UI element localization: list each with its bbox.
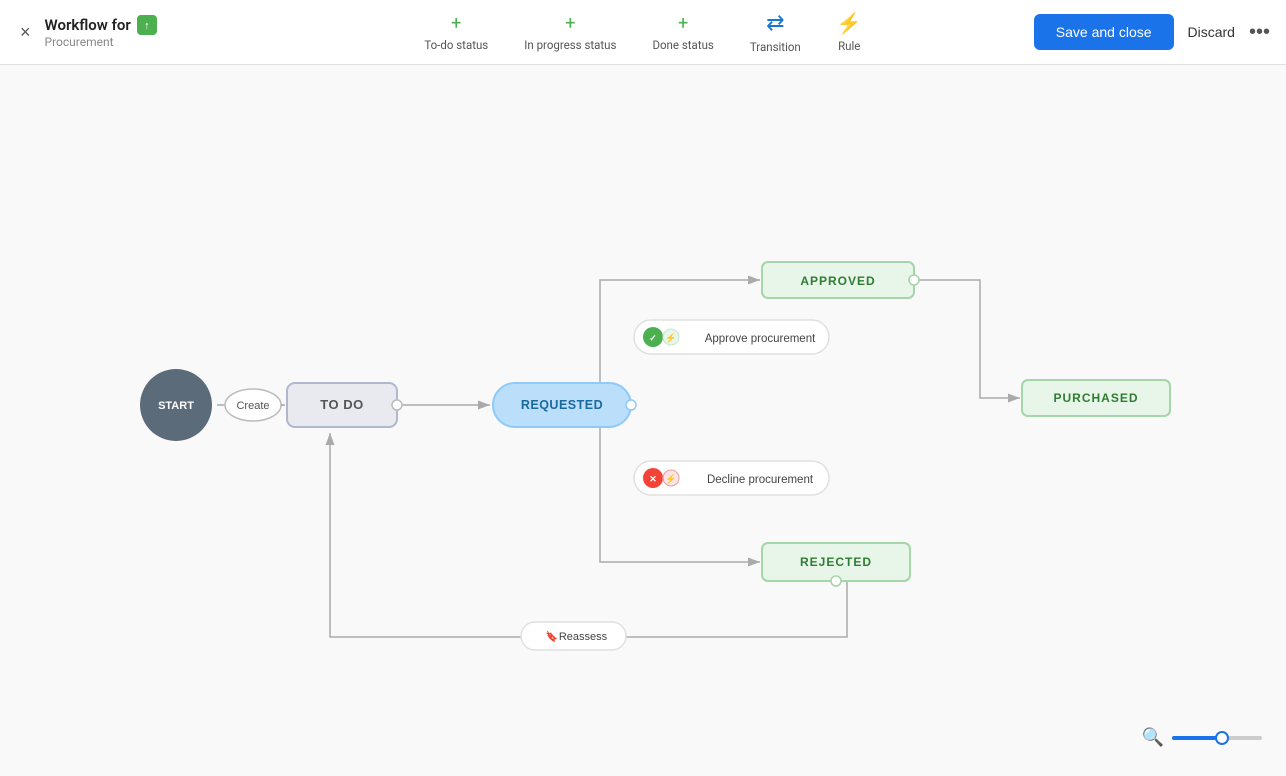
toolbar-transition-label: Transition bbox=[750, 40, 801, 54]
rejected-label: REJECTED bbox=[800, 555, 872, 569]
toolbar-rule[interactable]: ⚡ Rule bbox=[837, 11, 862, 53]
zoom-out-icon[interactable]: 🔍 bbox=[1142, 727, 1164, 748]
zoom-slider[interactable] bbox=[1172, 736, 1262, 740]
requested-label: REQUESTED bbox=[521, 398, 603, 412]
upload-icon: ↑ bbox=[137, 15, 157, 35]
header: × Workflow for ↑ Procurement + To-do sta… bbox=[0, 0, 1286, 65]
done-plus-icon: + bbox=[678, 13, 688, 34]
workflow-title-text: Workflow for bbox=[45, 16, 131, 34]
approve-transition-label: Approve procurement bbox=[705, 333, 816, 345]
create-label: Create bbox=[236, 400, 269, 412]
workflow-diagram: START Create TO DO REQUESTED ✓ ⚡ Approve… bbox=[0, 65, 1286, 776]
todo-plus-icon: + bbox=[451, 13, 461, 34]
zoom-controls: 🔍 bbox=[1142, 727, 1262, 748]
svg-text:⚡: ⚡ bbox=[665, 332, 676, 344]
purchased-label: PURCHASED bbox=[1053, 391, 1138, 405]
todo-label: TO DO bbox=[320, 397, 363, 412]
discard-button[interactable]: Discard bbox=[1184, 16, 1239, 48]
workflow-subtitle: Procurement bbox=[45, 35, 157, 49]
header-left: × Workflow for ↑ Procurement bbox=[16, 15, 236, 49]
transition-icon: ⇄ bbox=[766, 11, 784, 36]
toolbar-todo-status[interactable]: + To-do status bbox=[424, 13, 488, 52]
workflow-canvas[interactable]: START Create TO DO REQUESTED ✓ ⚡ Approve… bbox=[0, 65, 1286, 776]
toolbar-inprogress-label: In progress status bbox=[524, 38, 616, 52]
rule-lightning-icon: ⚡ bbox=[837, 11, 862, 35]
zoom-thumb[interactable] bbox=[1215, 731, 1229, 745]
approved-label: APPROVED bbox=[800, 274, 875, 288]
svg-text:✕: ✕ bbox=[649, 475, 657, 485]
toolbar: + To-do status + In progress status + Do… bbox=[424, 11, 861, 54]
start-label: START bbox=[158, 400, 194, 412]
toolbar-todo-label: To-do status bbox=[424, 38, 488, 52]
toolbar-rule-label: Rule bbox=[838, 39, 860, 53]
svg-text:🔖: 🔖 bbox=[546, 630, 558, 643]
decline-transition-label: Decline procurement bbox=[707, 474, 814, 486]
workflow-title: Workflow for ↑ bbox=[45, 15, 157, 35]
toolbar-done-label: Done status bbox=[652, 38, 713, 52]
close-button[interactable]: × bbox=[16, 19, 35, 45]
toolbar-inprogress-status[interactable]: + In progress status bbox=[524, 13, 616, 52]
toolbar-transition[interactable]: ⇄ Transition bbox=[750, 11, 801, 54]
inprogress-plus-icon: + bbox=[565, 13, 575, 34]
reassess-transition-label: Reassess bbox=[559, 631, 608, 643]
svg-text:✓: ✓ bbox=[649, 334, 657, 344]
save-close-button[interactable]: Save and close bbox=[1034, 14, 1174, 50]
more-options-button[interactable]: ••• bbox=[1249, 21, 1270, 44]
header-right: Save and close Discard ••• bbox=[1034, 14, 1270, 50]
workflow-info: Workflow for ↑ Procurement bbox=[45, 15, 157, 49]
svg-text:⚡: ⚡ bbox=[665, 473, 676, 485]
toolbar-done-status[interactable]: + Done status bbox=[652, 13, 713, 52]
